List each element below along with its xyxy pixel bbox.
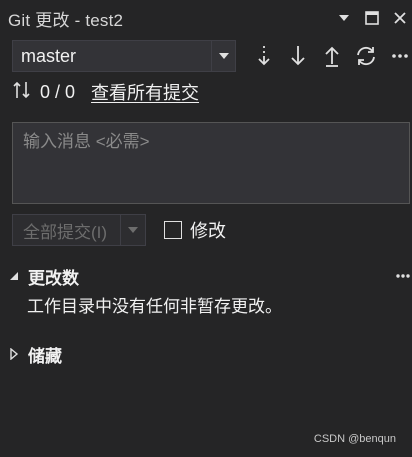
commit-message-input[interactable] [12, 122, 410, 204]
changes-heading: 更改数 [28, 268, 79, 288]
dropdown-triangle-icon[interactable] [336, 10, 352, 26]
maximize-icon[interactable] [364, 10, 380, 26]
amend-label: 修改 [190, 221, 226, 241]
pull-icon[interactable] [286, 42, 310, 70]
commit-row: 全部提交(I) 修改 [12, 214, 226, 246]
branch-dropdown[interactable]: master [12, 40, 236, 72]
changes-section-header[interactable]: 更改数 [0, 263, 412, 289]
chevron-down-icon[interactable] [211, 41, 235, 71]
sync-counts: 0 / 0 [40, 81, 76, 102]
amend-checkbox[interactable]: 修改 [164, 217, 226, 243]
commit-all-button[interactable]: 全部提交(I) [12, 214, 146, 246]
expanded-triangle-icon[interactable] [0, 271, 28, 281]
panel-title: Git 更改 - test2 [8, 10, 124, 30]
changes-empty-text: 工作目录中没有任何非暂存更改。 [27, 297, 282, 316]
more-icon[interactable] [396, 263, 410, 289]
sync-icon[interactable] [354, 42, 378, 70]
close-icon[interactable] [392, 10, 408, 26]
incoming-outgoing-icon [12, 80, 32, 105]
title-actions [336, 0, 412, 36]
stashes-section-header[interactable]: 储藏 [0, 341, 412, 367]
amend-checkbox-box[interactable] [164, 221, 182, 239]
more-icon[interactable] [388, 42, 412, 70]
branch-name: master [21, 45, 77, 66]
panel-titlebar: Git 更改 - test2 [0, 0, 412, 36]
git-changes-panel: Git 更改 - test2 master 0 / 0 查看所有提交 输入消息 … [0, 0, 412, 457]
chevron-down-icon[interactable] [121, 215, 145, 245]
fetch-icon[interactable] [252, 42, 276, 70]
commit-all-label: 全部提交(I) [13, 215, 121, 245]
push-icon[interactable] [320, 42, 344, 70]
watermark: CSDN @benqun [313, 433, 396, 445]
view-all-commits-link[interactable]: 查看所有提交 [91, 79, 199, 105]
branch-row: master [12, 40, 412, 72]
stashes-heading: 储藏 [28, 346, 62, 366]
collapsed-triangle-icon[interactable] [0, 348, 28, 360]
git-toolbar [252, 42, 412, 70]
sync-status-row: 0 / 0 查看所有提交 [12, 80, 199, 104]
